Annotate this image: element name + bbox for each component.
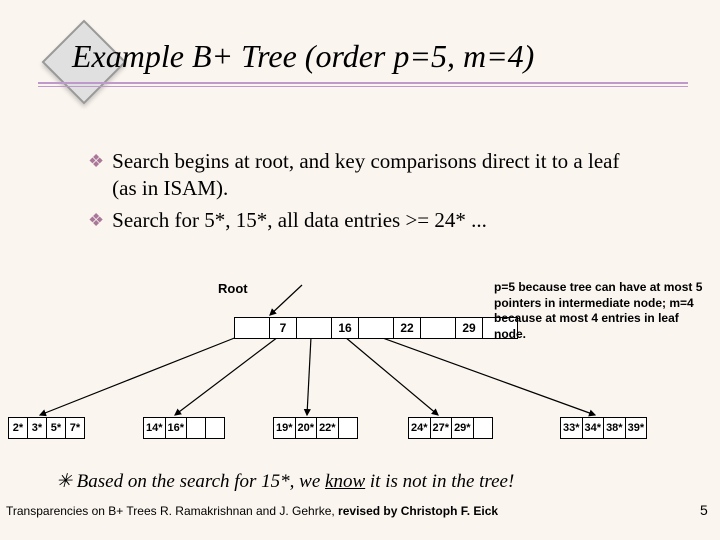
leaf-entry: 29* <box>452 418 474 438</box>
leaf-node: 19* 20* 22* <box>273 417 358 439</box>
leaf-node: 2* 3* 5* 7* <box>8 417 85 439</box>
root-key: 16 <box>332 318 359 338</box>
bullet-text: Search for 5*, 15*, all data entries >= … <box>112 207 487 234</box>
bullet-item: ❖ Search begins at root, and key compari… <box>88 148 648 203</box>
root-label: Root <box>218 281 248 296</box>
root-key: 29 <box>456 318 483 338</box>
bullet-list: ❖ Search begins at root, and key compari… <box>88 148 648 238</box>
bullet-icon: ❖ <box>88 148 104 203</box>
leaf-entry: 24* <box>409 418 431 438</box>
root-pointer <box>421 318 456 338</box>
leaf-node: 33* 34* 38* 39* <box>560 417 647 439</box>
leaf-empty <box>474 418 492 438</box>
attribution-bold: revised by Christoph F. Eick <box>338 504 498 518</box>
footnote-text: ✳ Based on the search for 15*, we <box>56 471 325 492</box>
leaf-entry: 27* <box>431 418 453 438</box>
leaf-entry: 16* <box>166 418 188 438</box>
footnote-text: it is not in the tree! <box>365 471 514 492</box>
attribution: Transparencies on B+ Trees R. Ramakrishn… <box>6 504 498 518</box>
leaf-node: 24* 27* 29* <box>408 417 493 439</box>
leaf-entry: 33* <box>561 418 583 438</box>
page-title: Example B+ Tree (order p=5, m=4) <box>72 38 534 75</box>
leaf-entry: 34* <box>583 418 605 438</box>
root-pointer <box>359 318 394 338</box>
root-pointer <box>297 318 332 338</box>
bullet-item: ❖ Search for 5*, 15*, all data entries >… <box>88 207 648 234</box>
leaf-entry: 14* <box>144 418 166 438</box>
leaf-entry: 3* <box>28 418 47 438</box>
leaf-empty <box>339 418 357 438</box>
leaf-entry: 38* <box>604 418 626 438</box>
bullet-icon: ❖ <box>88 207 104 234</box>
leaf-entry: 39* <box>626 418 647 438</box>
root-key: 22 <box>394 318 421 338</box>
footnote: ✳ Based on the search for 15*, we know i… <box>56 470 514 493</box>
root-key: 7 <box>270 318 297 338</box>
page-number: 5 <box>700 502 708 518</box>
leaf-entry: 2* <box>9 418 28 438</box>
btree-diagram: Root 7 16 22 29 p=5 because tree can hav… <box>0 275 720 455</box>
leaf-entry: 7* <box>66 418 84 438</box>
title-underline <box>38 82 688 86</box>
root-node: 7 16 22 29 <box>234 317 518 339</box>
leaf-entry: 5* <box>47 418 66 438</box>
leaf-entry: 22* <box>317 418 339 438</box>
leaf-entry: 19* <box>274 418 296 438</box>
leaf-entry: 20* <box>296 418 318 438</box>
leaf-empty <box>206 418 224 438</box>
footnote-underline: know <box>325 471 365 492</box>
side-note: p=5 because tree can have at most 5 poin… <box>494 280 704 342</box>
bullet-text: Search begins at root, and key compariso… <box>112 148 648 203</box>
attribution-text: Transparencies on B+ Trees R. Ramakrishn… <box>6 504 338 518</box>
root-pointer <box>235 318 270 338</box>
leaf-node: 14* 16* <box>143 417 225 439</box>
leaf-empty <box>187 418 206 438</box>
